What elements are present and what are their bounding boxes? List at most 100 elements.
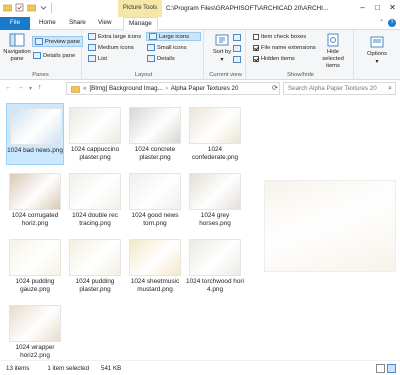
hide-selected-icon xyxy=(327,33,339,47)
properties-icon[interactable] xyxy=(15,3,24,12)
selection-size: 541 KB xyxy=(101,364,122,372)
file-item[interactable]: 1024 wrapper horiz2.png xyxy=(6,301,64,363)
title-bar: Picture Tools C:\Program Files\GRAPHISOF… xyxy=(0,0,400,17)
file-name: 1024 corrugated horiz.png xyxy=(11,212,59,227)
minimize-icon: – xyxy=(360,3,365,12)
help-icon[interactable]: ? xyxy=(388,19,396,27)
small-icons-option[interactable]: Small icons xyxy=(147,44,187,51)
tab-home[interactable]: Home xyxy=(34,17,61,30)
size-columns-icon[interactable] xyxy=(233,56,241,63)
breadcrumb-item[interactable]: Alpha Paper Textures 20 xyxy=(171,85,239,92)
tab-manage[interactable]: Manage xyxy=(123,17,158,31)
details-option[interactable]: Details xyxy=(147,55,175,62)
close-button[interactable]: ✕ xyxy=(385,0,400,15)
up-icon[interactable]: ↑ xyxy=(38,84,42,91)
panes-group-label: Panes xyxy=(32,72,49,78)
tab-share[interactable]: Share xyxy=(64,17,91,30)
item-check-boxes-checkbox[interactable] xyxy=(253,34,259,40)
recent-locations-icon[interactable]: ▾ xyxy=(29,85,32,92)
preview-pane-button[interactable]: Preview pane xyxy=(32,36,84,47)
file-item[interactable]: 1024 grey horses.png xyxy=(186,169,244,231)
refresh-icon[interactable]: ⟳ xyxy=(272,84,278,92)
medium-icons-option[interactable]: Medium icons xyxy=(88,44,134,51)
file-item[interactable]: 1024 good news torn.png xyxy=(126,169,184,231)
file-name: 1024 wrapper horiz2.png xyxy=(15,344,55,359)
picture-tools-header: Picture Tools xyxy=(118,0,162,17)
new-folder-icon[interactable] xyxy=(27,3,36,12)
file-item[interactable]: 1024 confederate.png xyxy=(186,103,244,165)
collapse-ribbon-icon[interactable]: ⌃ xyxy=(379,19,384,26)
breadcrumb-item[interactable]: [BImg] Background Imag... xyxy=(89,85,162,92)
hidden-items-toggle[interactable]: Hidden items xyxy=(253,56,295,62)
folder-icon xyxy=(71,85,80,93)
options-button[interactable]: Options ▾ xyxy=(362,35,392,65)
file-thumbnail xyxy=(69,107,121,144)
file-item[interactable]: 1024 sheetmusic mustard.png xyxy=(126,235,184,297)
address-bar[interactable]: « [BImg] Background Imag... › Alpha Pape… xyxy=(66,82,280,95)
folder-icon[interactable] xyxy=(3,3,12,12)
file-item[interactable]: 1024 torchwood hori 4.png xyxy=(186,235,244,297)
maximize-button[interactable]: □ xyxy=(370,0,385,15)
list-icon xyxy=(88,55,96,62)
close-icon: ✕ xyxy=(389,3,396,12)
file-name-extensions-toggle[interactable]: File name extensions xyxy=(253,45,316,51)
file-thumbnail xyxy=(129,173,181,210)
file-name: 1024 concrete plaster.png xyxy=(134,146,176,161)
medium-icons-label: Medium icons xyxy=(98,44,134,51)
minimize-button[interactable]: – xyxy=(355,0,370,15)
options-icon xyxy=(370,36,384,48)
details-label: Details xyxy=(157,55,175,62)
list-option[interactable]: List xyxy=(88,55,107,62)
file-item[interactable]: 1024 corrugated horiz.png xyxy=(6,169,64,231)
hidden-items-checkbox[interactable] xyxy=(253,56,259,62)
file-item[interactable]: 1024 pudding gauze.png xyxy=(6,235,64,297)
item-check-boxes-label: Item check boxes xyxy=(261,34,307,40)
add-columns-icon[interactable] xyxy=(233,45,241,52)
details-pane-label: Details pane xyxy=(43,52,76,59)
file-item[interactable]: 1024 concrete plaster.png xyxy=(126,103,184,165)
small-icons-label: Small icons xyxy=(157,44,187,51)
large-icons-label: Large icons xyxy=(159,33,189,40)
tab-file[interactable]: File xyxy=(0,17,30,30)
file-name: 1024 grey horses.png xyxy=(199,212,231,227)
file-name: 1024 confederate.png xyxy=(191,146,239,161)
options-group: Options ▾ xyxy=(356,30,400,80)
medium-icons-icon xyxy=(88,44,96,51)
item-check-boxes-toggle[interactable]: Item check boxes xyxy=(253,34,306,40)
file-thumbnail xyxy=(189,107,241,144)
extra-large-icons-option[interactable]: Extra large icons xyxy=(88,33,141,40)
hide-selected-items-button[interactable]: Hide selected items xyxy=(316,33,350,70)
file-item[interactable]: 1024 bad news.png xyxy=(6,103,64,165)
file-name: 1024 torchwood hori 4.png xyxy=(186,278,244,293)
back-icon[interactable]: ← xyxy=(5,84,12,91)
quick-access-toolbar xyxy=(3,3,52,13)
large-icons-option[interactable]: Large icons xyxy=(146,32,201,41)
selection-count: 1 item selected xyxy=(47,364,90,372)
forward-icon[interactable]: → xyxy=(17,84,24,91)
address-bar-row: ← → ▾ ↑ « [BImg] Background Imag... › Al… xyxy=(0,80,400,97)
group-by-icon[interactable] xyxy=(233,34,241,41)
breadcrumb-overflow-icon[interactable]: « xyxy=(83,85,86,92)
navigation-pane-icon xyxy=(9,33,25,47)
navigation-pane-button[interactable]: Navigation pane xyxy=(3,33,31,67)
file-name: 1024 bad news.png xyxy=(7,147,63,154)
file-item[interactable]: 1024 double rec tracing.png xyxy=(66,169,124,231)
sort-by-button[interactable]: Sort by ▾ xyxy=(212,33,232,63)
file-item[interactable]: 1024 cappuccino plaster.png xyxy=(66,103,124,165)
preview-pane-icon xyxy=(35,38,43,45)
details-pane-button[interactable]: Details pane xyxy=(33,52,75,59)
details-view-icon[interactable] xyxy=(376,364,385,373)
file-thumbnail xyxy=(189,239,241,276)
search-input[interactable]: Search Alpha Paper Textures 20 ⌕ xyxy=(283,82,396,95)
file-name-extensions-checkbox[interactable] xyxy=(253,45,259,51)
file-name-extensions-label: File name extensions xyxy=(261,45,316,51)
tab-view[interactable]: View xyxy=(93,17,117,30)
extra-large-icons-label: Extra large icons xyxy=(98,33,142,40)
customize-qat-icon[interactable] xyxy=(39,3,48,12)
file-item[interactable]: 1024 pudding plaster.png xyxy=(66,235,124,297)
large-icons-view-icon[interactable] xyxy=(387,364,396,373)
view-extras xyxy=(233,34,241,63)
file-name: 1024 double rec tracing.png xyxy=(72,212,118,227)
view-switcher xyxy=(376,364,396,373)
breadcrumb-separator-icon[interactable]: › xyxy=(166,85,168,92)
